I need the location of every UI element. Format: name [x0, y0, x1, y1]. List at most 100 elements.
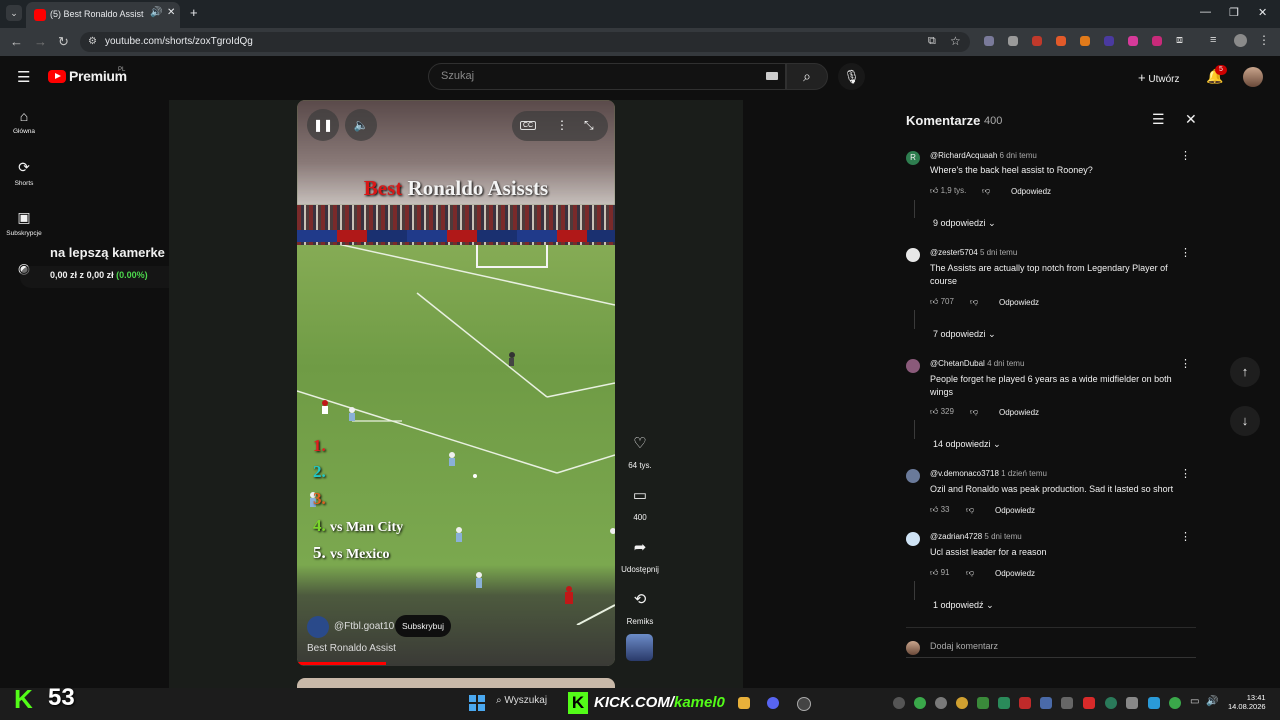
keyboard-icon[interactable] [766, 72, 778, 80]
shorts-video-player[interactable]: Best Ronaldo Asissts 1. 2. 3. 4. vs Man … [297, 100, 615, 666]
new-tab-button[interactable]: + [190, 5, 198, 20]
create-button[interactable]: + Utwórz [1138, 70, 1180, 85]
browser-tab[interactable]: (5) Best Ronaldo Assist - Yo 🔊 ✕ [26, 2, 180, 28]
tray-icon-9[interactable] [1061, 697, 1073, 709]
captions-cc-icon[interactable]: CC [520, 121, 537, 130]
thumb-up-icon[interactable]: 👍︎ [930, 568, 938, 577]
steam-icon[interactable] [1040, 697, 1052, 709]
avatar[interactable] [906, 469, 920, 483]
thumb-down-icon[interactable]: 👎︎ [970, 297, 978, 307]
profile-icon[interactable] [1234, 34, 1247, 47]
avatar[interactable] [906, 359, 920, 373]
comment-like[interactable]: 👍︎ 707 [930, 297, 954, 307]
sort-comments-icon[interactable]: ☰ [1152, 111, 1165, 128]
more-options-icon[interactable]: ⋮ [556, 118, 568, 132]
comment-like[interactable]: 👍︎ 91 [930, 568, 950, 578]
extension-1-icon[interactable] [984, 36, 994, 46]
voice-search-mic-icon[interactable]: 🎙 [838, 63, 865, 90]
tray-icon-12[interactable] [1126, 697, 1138, 709]
extension-8-icon[interactable] [1152, 36, 1162, 46]
comment-like[interactable]: 👍︎ 329 [930, 407, 954, 417]
reply-button[interactable]: Odpowiedz [995, 569, 1035, 578]
previous-short-button[interactable]: ↑ [1230, 357, 1260, 387]
tab-audio-icon[interactable]: 🔊 [150, 7, 162, 18]
comment-like[interactable]: 👍︎ 1,9 tys. [930, 186, 966, 196]
tab-search-icon[interactable]: ⌄ [6, 5, 22, 21]
view-replies-button[interactable]: 1 odpowiedź ⌄ [933, 600, 994, 611]
thumb-up-icon[interactable]: 👍︎ [930, 297, 938, 306]
username[interactable]: @v.demonaco3718 [930, 469, 999, 478]
tray-icon-2[interactable] [914, 697, 926, 709]
comment-author[interactable]: @zester5704 5 dni temu [930, 248, 1017, 257]
close-comments-icon[interactable]: ✕ [1185, 111, 1197, 128]
window-close-button[interactable]: ✕ [1258, 6, 1267, 19]
reload-icon[interactable]: ↻ [58, 34, 69, 50]
sidebar-item-home[interactable]: ⌂ Główna [0, 108, 48, 135]
tray-icon-13[interactable] [1148, 697, 1160, 709]
fullscreen-icon[interactable]: ⤡ [584, 118, 594, 133]
remix-button[interactable]: ⟲ Remiks [625, 590, 655, 626]
reply-button[interactable]: Odpowiedz [1011, 187, 1051, 196]
taskbar-search[interactable]: ⌕ Wyszukaj [496, 695, 547, 706]
tray-icon-7[interactable] [1019, 697, 1031, 709]
comment-menu-icon[interactable]: ⋮ [1180, 246, 1191, 259]
comment-menu-icon[interactable]: ⋮ [1180, 467, 1191, 480]
extension-7-icon[interactable] [1128, 36, 1138, 46]
browser-menu-icon[interactable]: ⋮ [1258, 33, 1270, 47]
reply-button[interactable]: Odpowiedz [999, 298, 1039, 307]
site-info-icon[interactable]: ⚙ [88, 36, 97, 47]
extension-6-icon[interactable] [1104, 36, 1114, 46]
network-icon[interactable]: ▭ [1190, 696, 1199, 707]
forward-icon[interactable]: → [34, 34, 47, 49]
thumb-down-icon[interactable]: 👎︎ [970, 407, 978, 417]
thumb-up-icon[interactable]: 👍︎ [930, 186, 938, 195]
view-replies-button[interactable]: 7 odpowiedzi ⌄ [933, 329, 996, 340]
thumb-up-icon[interactable]: 👍︎ [930, 407, 938, 416]
comment-author[interactable]: @zadrian4728 5 dni temu [930, 532, 1022, 541]
comment-menu-icon[interactable]: ⋮ [1180, 530, 1191, 543]
comment-menu-icon[interactable]: ⋮ [1180, 149, 1191, 162]
comment-menu-icon[interactable]: ⋮ [1180, 357, 1191, 370]
subscribe-button[interactable]: Subskrybuj [395, 615, 451, 637]
extension-2-icon[interactable] [1008, 36, 1018, 46]
sidebar-item-shorts[interactable]: ⟳ Shorts [0, 159, 48, 187]
bookmark-star-icon[interactable]: ☆ [950, 34, 961, 48]
tray-icon-6[interactable] [998, 697, 1010, 709]
tray-icon-1[interactable] [893, 697, 905, 709]
username[interactable]: @ChetanDubal [930, 359, 985, 368]
extension-3-icon[interactable] [1032, 36, 1042, 46]
search-button[interactable]: ⌕ [786, 63, 828, 90]
share-button[interactable]: ➦ Udostępnij [618, 538, 662, 574]
mute-button[interactable]: 🔈 [345, 109, 377, 141]
channel-avatar[interactable] [307, 616, 329, 638]
tray-icon-10[interactable] [1083, 697, 1095, 709]
sidebar-item-subscriptions[interactable]: ▣ Subskrypcje [0, 209, 48, 237]
tray-icon-3[interactable] [935, 697, 947, 709]
file-explorer-icon[interactable] [738, 697, 750, 709]
view-replies-button[interactable]: 9 odpowiedzi ⌄ [933, 218, 996, 229]
tray-icon-5[interactable] [977, 697, 989, 709]
extension-5-icon[interactable] [1080, 36, 1090, 46]
avatar[interactable] [906, 248, 920, 262]
extension-4-icon[interactable] [1056, 36, 1066, 46]
view-replies-button[interactable]: 14 odpowiedzi ⌄ [933, 439, 1001, 450]
windows-start-icon[interactable] [469, 695, 485, 711]
avatar[interactable] [906, 532, 920, 546]
comment-author[interactable]: @RichardAcquaah 6 dni temu [930, 151, 1037, 160]
pause-button[interactable]: ❚❚ [307, 109, 339, 141]
reply-button[interactable]: Odpowiedz [999, 408, 1039, 417]
video-progress-fill[interactable] [297, 662, 386, 665]
tab-close-icon[interactable]: ✕ [167, 7, 175, 18]
next-short-button[interactable]: ↓ [1230, 406, 1260, 436]
extensions-puzzle-icon[interactable]: ⧈ [1176, 34, 1183, 47]
url-text[interactable]: youtube.com/shorts/zoxTgroIdQg [105, 36, 253, 47]
thumb-down-icon[interactable]: 👎︎ [982, 186, 990, 196]
video-caption[interactable]: Best Ronaldo Assist [307, 643, 396, 654]
app-icon[interactable] [797, 697, 811, 711]
comment-like[interactable]: 👍︎ 33 [930, 505, 950, 515]
comments-button[interactable]: ▭ 400 [625, 486, 655, 522]
system-clock[interactable]: 13:41 14.08.2026 [1228, 693, 1266, 711]
back-icon[interactable]: ← [10, 34, 23, 49]
comment-author[interactable]: @ChetanDubal 4 dni temu [930, 359, 1024, 368]
reading-list-icon[interactable]: ≡ [1210, 34, 1216, 46]
